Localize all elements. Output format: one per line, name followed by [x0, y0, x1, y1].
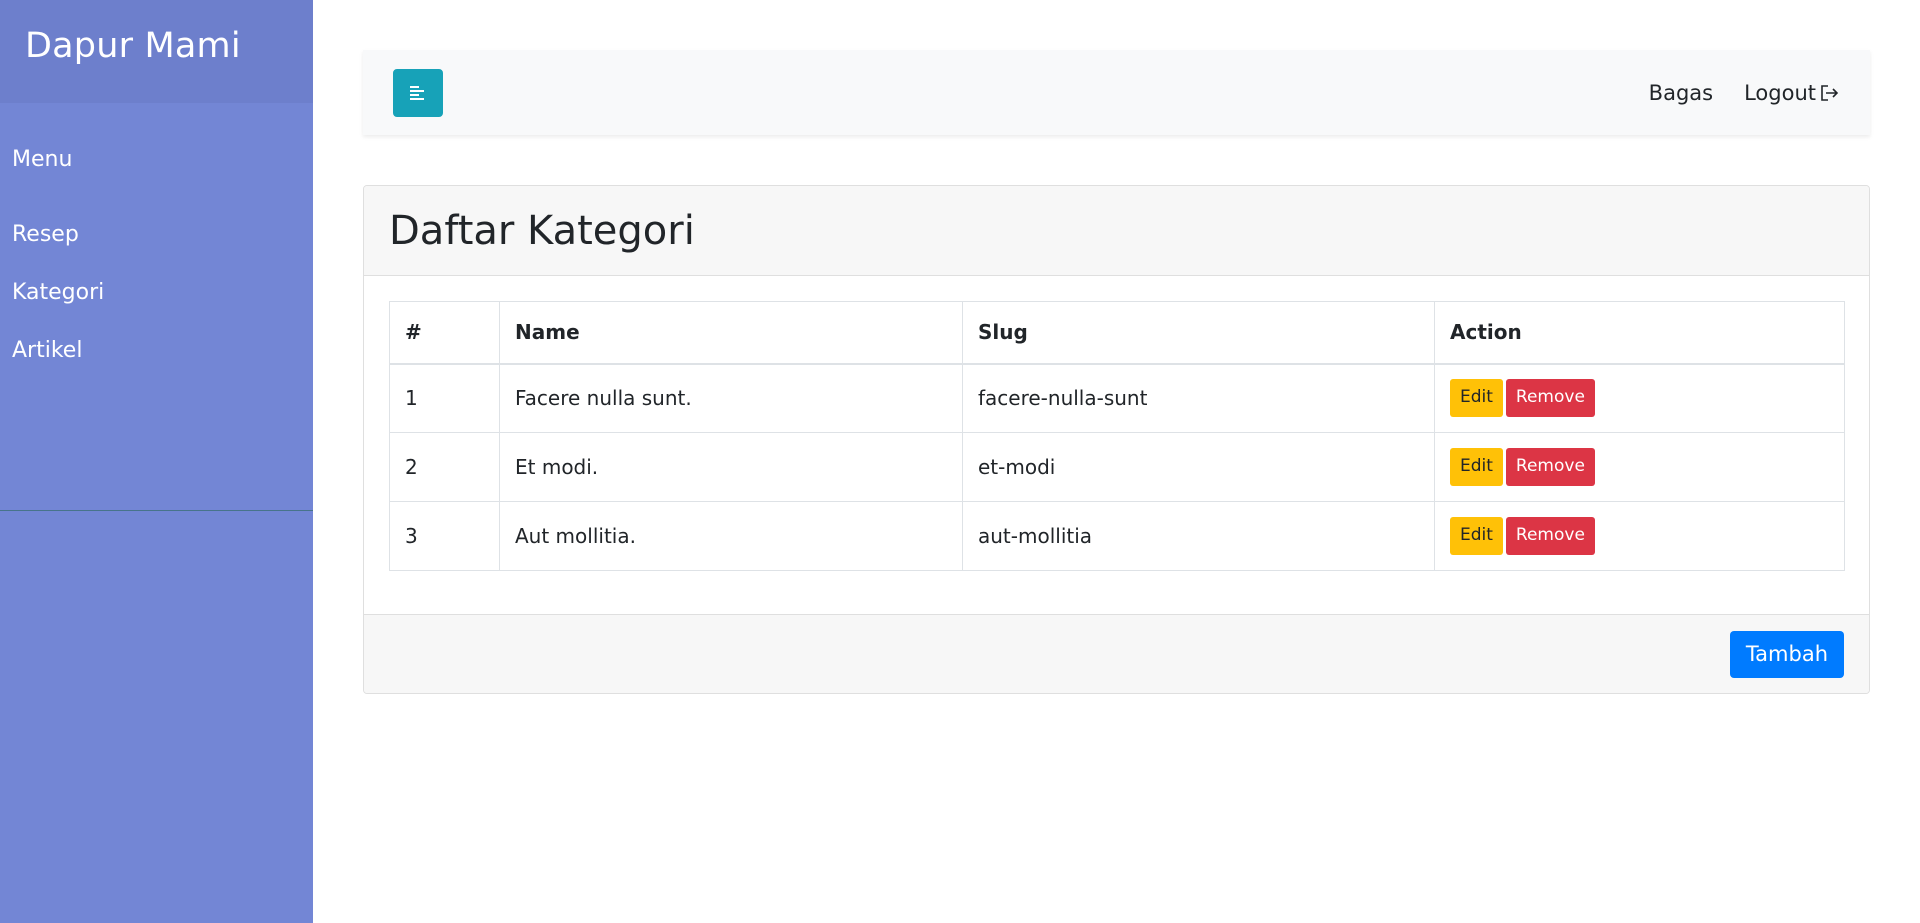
column-header-action: Action — [1434, 301, 1845, 365]
sidebar-item-kategori[interactable]: Kategori — [0, 278, 313, 308]
category-table: # Name Slug Action 1 Facere nulla sunt. … — [389, 301, 1845, 571]
cell-index: 2 — [389, 432, 500, 502]
add-button[interactable]: Tambah — [1729, 630, 1844, 678]
menu-heading: Menu — [12, 147, 73, 172]
cell-action: Edit Remove — [1434, 363, 1845, 433]
column-header-index: # — [389, 301, 500, 365]
brand-title: Dapur Mami — [25, 26, 241, 66]
page-title: Daftar Kategori — [389, 207, 695, 254]
edit-button[interactable]: Edit — [1450, 379, 1503, 418]
cell-slug: et-modi — [962, 432, 1435, 502]
sidebar-menu: Menu Resep Kategori Artikel — [0, 103, 313, 511]
table-row: 1 Facere nulla sunt. facere-nulla-sunt E… — [389, 363, 1845, 433]
logout-label: Logout — [1744, 80, 1816, 105]
table-row: 3 Aut mollitia. aut-mollitia Edit Remove — [389, 501, 1845, 571]
cell-slug: facere-nulla-sunt — [962, 363, 1435, 433]
edit-button[interactable]: Edit — [1450, 448, 1503, 486]
cell-index: 1 — [389, 363, 500, 433]
align-left-icon — [410, 85, 424, 100]
card-body: # Name Slug Action 1 Facere nulla sunt. … — [364, 276, 1869, 616]
cell-action: Edit Remove — [1434, 501, 1845, 571]
sidebar-header: Dapur Mami — [0, 0, 313, 103]
cell-name: Facere nulla sunt. — [499, 363, 963, 433]
remove-button[interactable]: Remove — [1505, 448, 1595, 486]
cell-name: Aut mollitia. — [499, 501, 963, 571]
app-root: Dapur Mami Menu Resep Kategori Artikel B… — [0, 0, 1920, 923]
card-header: Daftar Kategori — [364, 186, 1869, 276]
edit-button[interactable]: Edit — [1450, 517, 1503, 555]
sidebar: Dapur Mami Menu Resep Kategori Artikel — [0, 0, 313, 923]
column-header-name: Name — [499, 301, 963, 365]
cell-slug: aut-mollitia — [962, 501, 1435, 571]
card-footer: Tambah — [364, 614, 1869, 693]
sidebar-item-resep[interactable]: Resep — [0, 220, 313, 250]
main-content: Bagas Logout Daftar Kategori # Name Slug… — [313, 0, 1920, 923]
sidebar-item-artikel[interactable]: Artikel — [0, 336, 313, 366]
user-name-link[interactable]: Bagas — [1649, 81, 1713, 105]
column-header-slug: Slug — [962, 301, 1435, 365]
logout-link[interactable]: Logout — [1744, 81, 1840, 105]
category-card: Daftar Kategori # Name Slug Action 1 Fac… — [363, 185, 1870, 694]
sidebar-toggle-button[interactable] — [393, 68, 443, 117]
cell-name: Et modi. — [499, 432, 963, 502]
table-row: 2 Et modi. et-modi Edit Remove — [389, 432, 1845, 502]
cell-action: Edit Remove — [1434, 432, 1845, 502]
remove-button[interactable]: Remove — [1505, 379, 1595, 418]
navbar-right: Bagas Logout — [1649, 81, 1840, 105]
cell-index: 3 — [389, 501, 500, 571]
table-header-row: # Name Slug Action — [389, 301, 1845, 365]
remove-button[interactable]: Remove — [1505, 517, 1595, 555]
sign-out-icon — [1821, 84, 1839, 101]
top-navbar: Bagas Logout — [363, 50, 1870, 135]
